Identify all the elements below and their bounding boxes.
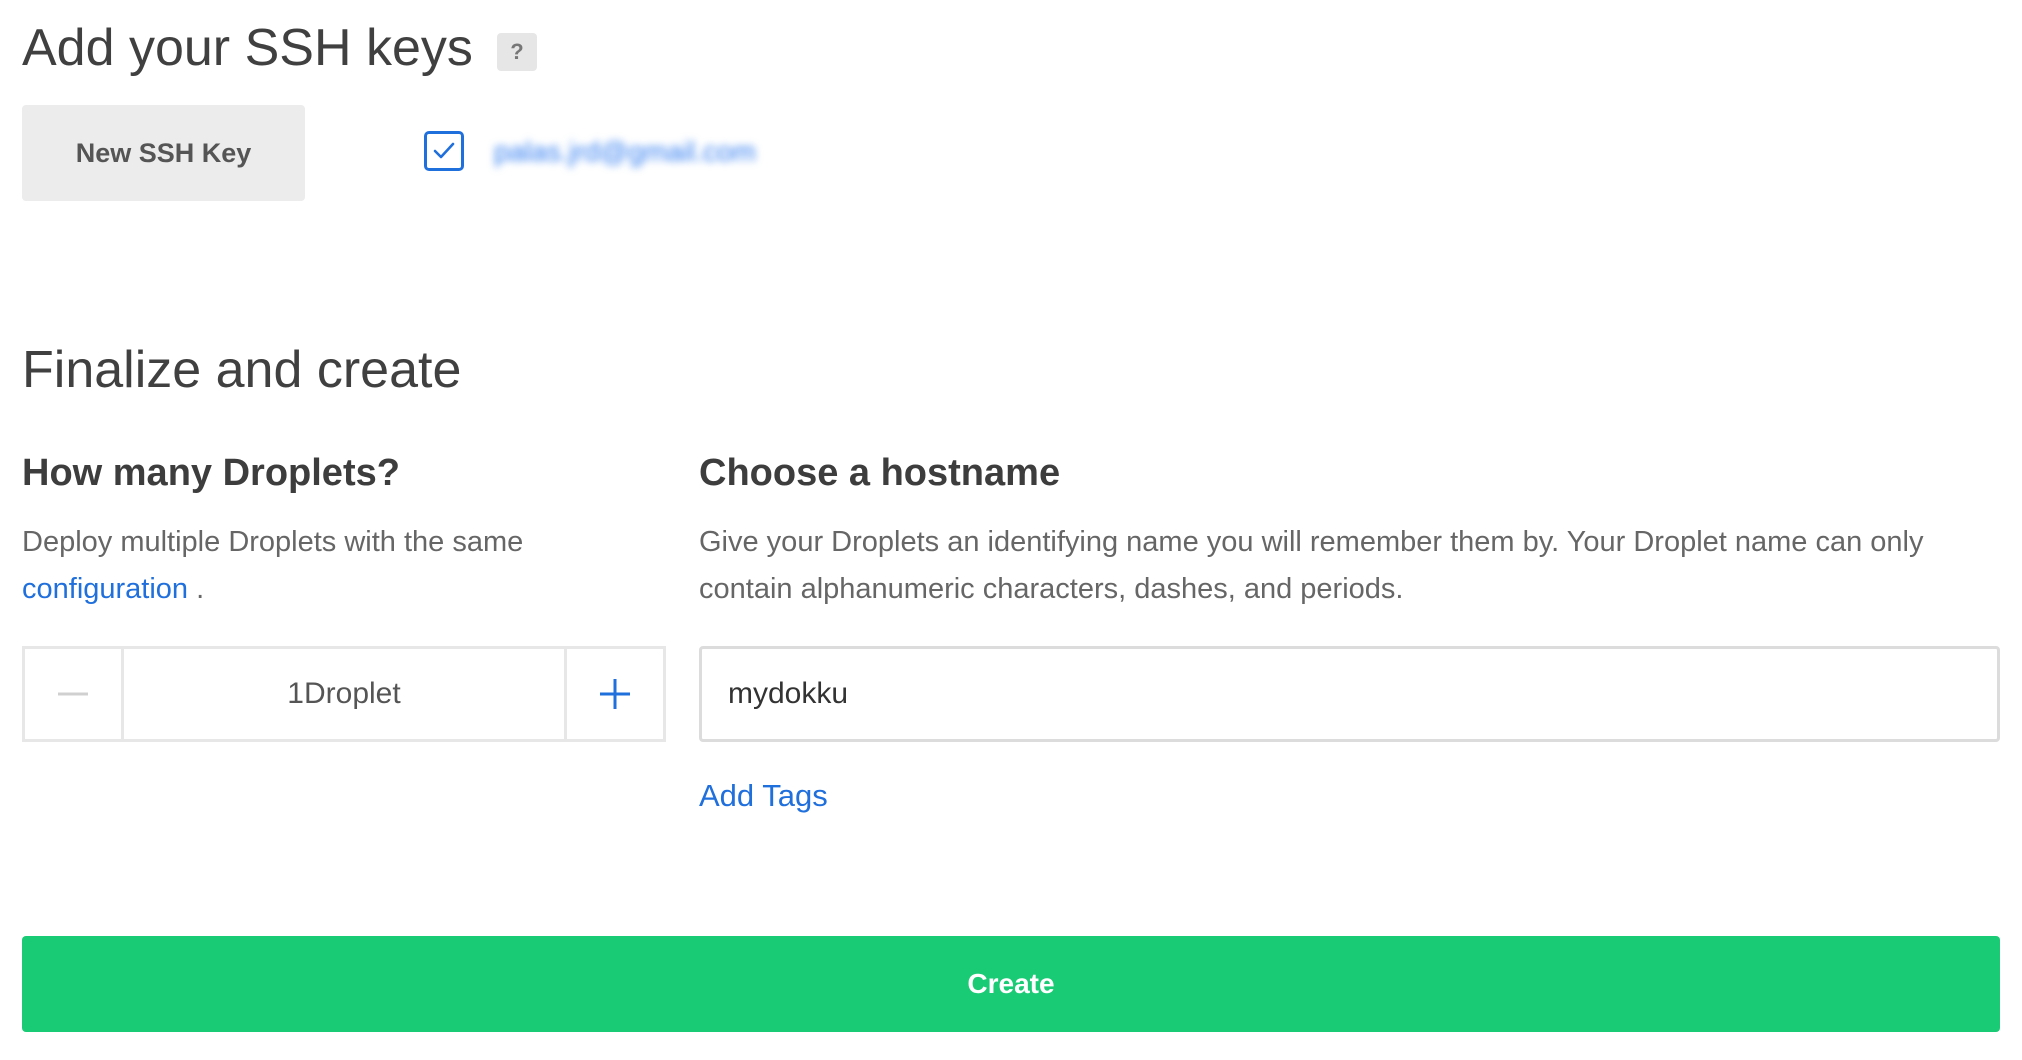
configuration-link[interactable]: configuration [22, 573, 188, 605]
plus-icon [600, 679, 630, 709]
help-icon[interactable]: ? [497, 33, 537, 71]
new-ssh-key-button[interactable]: New SSH Key [22, 105, 305, 201]
hostname-heading: Choose a hostname [699, 452, 1061, 494]
droplet-count-value: 1 Droplet [124, 649, 564, 739]
add-tags-link[interactable]: Add Tags [699, 776, 828, 816]
hostname-input[interactable] [699, 646, 2000, 742]
finalize-title: Finalize and create [22, 341, 462, 399]
check-icon [433, 142, 455, 159]
increment-button[interactable] [564, 649, 663, 739]
droplet-quantity-stepper: 1 Droplet [22, 646, 666, 742]
create-button[interactable]: Create [22, 936, 2000, 1032]
decrement-button[interactable] [25, 649, 124, 739]
ssh-keys-title: Add your SSH keys [22, 19, 473, 77]
hostname-description: Give your Droplets an identifying name y… [699, 526, 1924, 605]
droplet-count-description: Deploy multiple Droplets with the same c… [22, 519, 662, 613]
droplet-count-description-text: Deploy multiple Droplets with the same [22, 526, 524, 558]
droplet-count-number: 1 [287, 677, 304, 710]
description-suffix: . [188, 573, 205, 605]
minus-icon [58, 692, 88, 696]
droplet-count-heading: How many Droplets? [22, 452, 400, 494]
ssh-key-checkbox[interactable] [424, 131, 464, 171]
droplet-count-unit: Droplet [303, 677, 401, 710]
ssh-key-label[interactable]: palas.jrd@gmail.com [494, 134, 756, 170]
